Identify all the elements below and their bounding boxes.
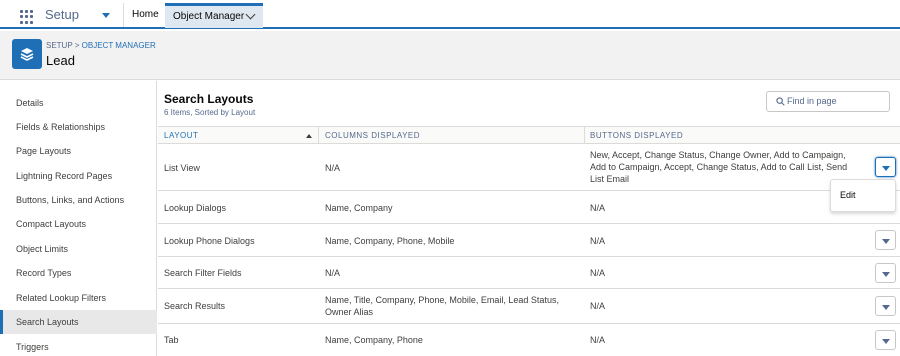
row-actions-button[interactable] [875, 230, 896, 250]
cell-buttons: N/A [590, 236, 606, 246]
cell-layout: Lookup Dialogs [164, 203, 227, 213]
cell-layout: List View [164, 163, 200, 173]
tab-object-manager-label: Object Manager [173, 11, 245, 22]
nav-divider [123, 3, 124, 27]
chevron-down-icon [882, 305, 890, 310]
table-row: Tab Name, Company, Phone N/A [158, 324, 900, 356]
column-divider [584, 127, 585, 143]
layers-icon [12, 39, 42, 69]
menu-item-edit[interactable]: Edit [840, 190, 856, 200]
cell-buttons: N/A [590, 301, 606, 311]
table-row: Lookup Phone Dialogs Name, Company, Phon… [158, 224, 900, 257]
tab-object-manager[interactable]: Object Manager [165, 3, 263, 28]
page-title: Lead [46, 53, 75, 68]
cell-columns: Name, Title, Company, Phone, Mobile, Ema… [325, 295, 559, 317]
search-placeholder: Find in page [787, 96, 837, 106]
cell-buttons: N/A [590, 268, 606, 278]
search-input[interactable]: Find in page [766, 91, 890, 112]
search-icon [776, 97, 785, 106]
cell-layout: Tab [164, 335, 179, 345]
cell-columns: Name, Company, Phone [325, 335, 423, 345]
chevron-down-icon [882, 272, 890, 277]
column-header-columns-displayed[interactable]: COLUMNS DISPLAYED [325, 131, 420, 140]
chevron-down-icon [882, 339, 890, 344]
chevron-down-icon [882, 239, 890, 244]
global-nav-bar: Setup Home Object Manager [0, 0, 900, 29]
table-row: Search Results Name, Title, Company, Pho… [158, 289, 900, 324]
cell-columns: N/A [325, 268, 341, 278]
sidebar-item-triggers[interactable]: Triggers [0, 335, 157, 356]
cell-layout: Search Filter Fields [164, 268, 242, 278]
sidebar: Details Fields & Relationships Page Layo… [0, 81, 157, 356]
cell-columns: Name, Company, Phone, Mobile [325, 236, 455, 246]
breadcrumb-object-manager[interactable]: OBJECT MANAGER [82, 41, 156, 50]
table-row: Lookup Dialogs Name, Company N/A [158, 191, 900, 224]
sidebar-item-compact-layouts[interactable]: Compact Layouts [0, 212, 157, 236]
app-launcher-icon[interactable] [20, 10, 34, 24]
column-header-layout[interactable]: LAYOUT [164, 131, 198, 140]
tab-home[interactable]: Home [132, 9, 159, 20]
cell-columns: N/A [325, 163, 341, 173]
sidebar-item-lightning-record-pages[interactable]: Lightning Record Pages [0, 164, 157, 188]
sidebar-item-buttons-links-actions[interactable]: Buttons, Links, and Actions [0, 188, 157, 212]
sidebar-item-fields-relationships[interactable]: Fields & Relationships [0, 115, 157, 139]
cell-buttons: New, Accept, Change Status, Change Owner… [590, 150, 848, 184]
object-header: SETUP > OBJECT MANAGER Lead [0, 31, 900, 80]
row-actions-menu: Edit [830, 179, 896, 212]
row-actions-button[interactable] [875, 296, 896, 316]
row-actions-button[interactable] [875, 157, 896, 177]
sidebar-item-object-limits[interactable]: Object Limits [0, 237, 157, 261]
sidebar-item-record-types[interactable]: Record Types [0, 261, 157, 285]
sidebar-item-page-layouts[interactable]: Page Layouts [0, 139, 157, 163]
sidebar-item-search-layouts[interactable]: Search Layouts [0, 310, 157, 334]
cell-buttons: N/A [590, 203, 606, 213]
table-row: Search Filter Fields N/A N/A [158, 257, 900, 289]
chevron-down-icon[interactable] [245, 9, 256, 20]
section-title: Search Layouts [164, 92, 254, 106]
section-subtitle: 6 Items, Sorted by Layout [164, 108, 256, 117]
column-header-buttons-displayed[interactable]: BUTTONS DISPLAYED [590, 131, 683, 140]
table-header: LAYOUT COLUMNS DISPLAYED BUTTONS DISPLAY… [158, 126, 900, 144]
chevron-down-icon[interactable] [102, 13, 110, 18]
breadcrumb-setup[interactable]: SETUP [46, 41, 73, 50]
cell-columns: Name, Company [325, 203, 393, 213]
main-content: Search Layouts 6 Items, Sorted by Layout… [158, 81, 900, 356]
column-divider [318, 127, 319, 143]
row-actions-button[interactable] [875, 330, 896, 350]
sort-ascending-icon[interactable] [306, 134, 312, 138]
cell-layout: Search Results [164, 301, 226, 311]
breadcrumb-separator: > [74, 41, 80, 50]
breadcrumb: SETUP > OBJECT MANAGER [46, 41, 156, 50]
cell-buttons: N/A [590, 335, 606, 345]
sidebar-item-details[interactable]: Details [0, 91, 157, 115]
row-actions-button[interactable] [875, 263, 896, 283]
cell-layout: Lookup Phone Dialogs [164, 236, 255, 246]
table-row: List View N/A New, Accept, Change Status… [158, 144, 900, 191]
app-name: Setup [45, 7, 79, 22]
sidebar-item-related-lookup-filters[interactable]: Related Lookup Filters [0, 286, 157, 310]
chevron-down-icon [882, 166, 890, 171]
